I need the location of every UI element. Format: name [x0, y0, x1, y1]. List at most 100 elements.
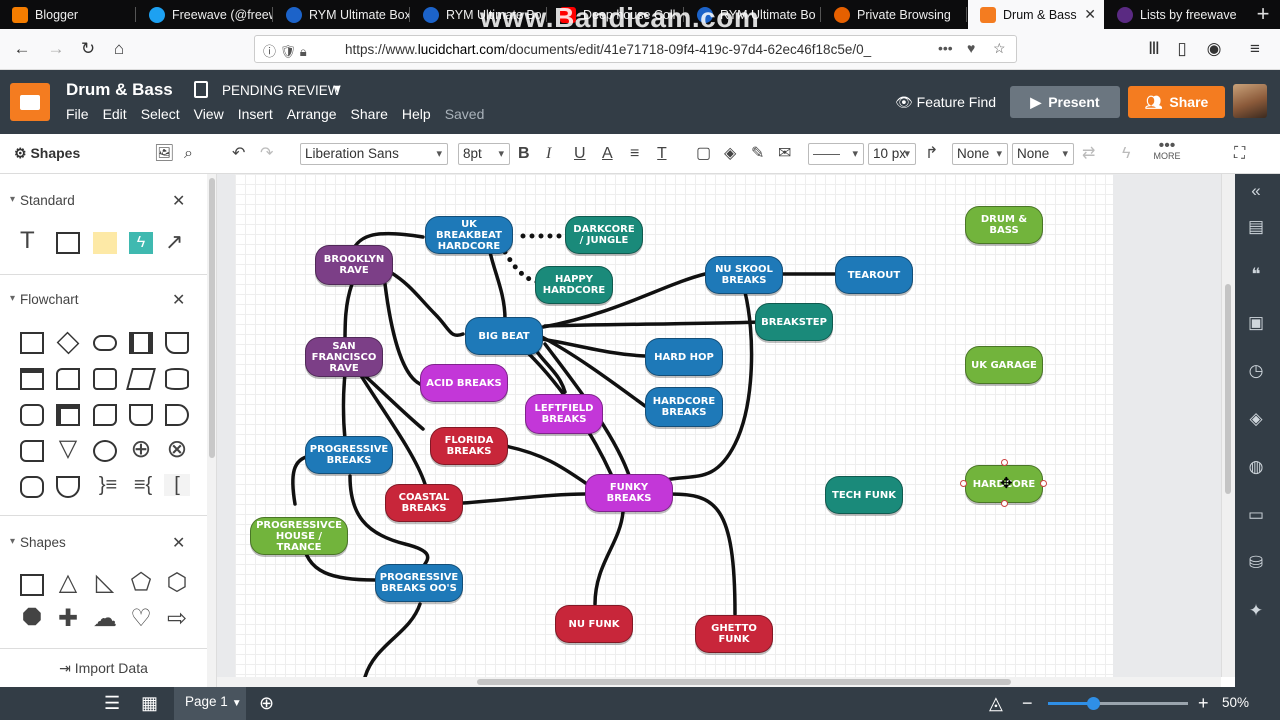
- browser-tab[interactable]: Private Browsing: [822, 0, 967, 29]
- list-view-icon[interactable]: ☰: [104, 693, 120, 714]
- font-family-select[interactable]: Liberation Sans: [300, 143, 448, 165]
- internal-shape[interactable]: [56, 404, 80, 426]
- fill-color-icon[interactable]: ◈: [724, 143, 736, 165]
- swap-arrows-icon[interactable]: ⇄: [1082, 143, 1095, 165]
- menu-insert[interactable]: Insert: [238, 106, 273, 122]
- fullscreen-icon[interactable]: ⛶: [1234, 143, 1245, 165]
- node-leftfield[interactable]: LEFTFIELD BREAKS: [525, 394, 603, 434]
- page-actions-icon[interactable]: •••: [938, 40, 953, 56]
- share-button[interactable]: 👥︎ Share: [1128, 86, 1225, 118]
- pentagon-icon[interactable]: ⬠: [128, 571, 154, 595]
- predefined-process-shape[interactable]: [129, 332, 153, 354]
- browser-tab[interactable]: RYM Ultimate Box: [274, 0, 410, 29]
- document-title[interactable]: Drum & Bass: [66, 80, 173, 100]
- zoom-in-icon[interactable]: +: [1198, 693, 1209, 714]
- manual-operation-shape[interactable]: [129, 404, 153, 426]
- back-icon[interactable]: ←: [8, 35, 36, 63]
- add-page-icon[interactable]: ⊕: [259, 693, 274, 714]
- menu-arrange[interactable]: Arrange: [287, 106, 337, 122]
- node-funky-breaks[interactable]: FUNKY BREAKS: [585, 474, 673, 512]
- menu-file[interactable]: File: [66, 106, 89, 122]
- text-options-icon[interactable]: T̲: [657, 143, 667, 165]
- resize-handle[interactable]: [960, 480, 967, 487]
- bold-icon[interactable]: B: [518, 143, 530, 165]
- shapes-panel-tab[interactable]: ⚙ Shapes: [14, 145, 80, 162]
- process-shape[interactable]: [20, 332, 44, 354]
- stored-data-shape[interactable]: [20, 404, 44, 426]
- lightning-icon[interactable]: ϟ: [1122, 143, 1130, 165]
- reload-icon[interactable]: ↻: [74, 35, 102, 63]
- data-shape[interactable]: [126, 368, 156, 390]
- or-shape-icon[interactable]: ⊕: [128, 437, 154, 462]
- canvas-horizontal-scrollbar[interactable]: [217, 677, 1221, 687]
- decision-shape[interactable]: [56, 331, 80, 355]
- page-settings-icon[interactable]: ▤: [1245, 216, 1267, 238]
- cross-icon[interactable]: ✚: [55, 607, 81, 631]
- account-icon[interactable]: ◉: [1200, 35, 1228, 63]
- line-color-icon[interactable]: ✎: [751, 143, 764, 165]
- standard-section-title[interactable]: Standard: [10, 193, 75, 208]
- cloud-icon[interactable]: ☁: [92, 607, 118, 631]
- grid-view-icon[interactable]: ▦: [141, 693, 158, 714]
- avatar[interactable]: [1233, 84, 1267, 118]
- node-nu-skool[interactable]: NU SKOOL BREAKS: [705, 256, 783, 294]
- triangle-icon[interactable]: △: [55, 571, 81, 595]
- node-coastal[interactable]: COASTAL BREAKS: [385, 484, 463, 522]
- new-tab-button[interactable]: +: [1246, 0, 1280, 29]
- feature-find-button[interactable]: 👁︎ Feature Find: [895, 94, 996, 111]
- node-breakstep[interactable]: BREAKSTEP: [755, 303, 833, 341]
- browser-tab[interactable]: Blogger: [0, 0, 136, 29]
- menu-icon[interactable]: ≡: [1241, 35, 1269, 63]
- zoom-out-icon[interactable]: −: [1022, 693, 1033, 714]
- heart-icon[interactable]: ♡: [128, 607, 154, 631]
- presentation-icon[interactable]: ▣: [1245, 312, 1267, 334]
- resize-handle[interactable]: [1040, 480, 1047, 487]
- summing-junction-icon[interactable]: ⊗: [164, 437, 190, 462]
- node-hard-hop[interactable]: HARD HOP: [645, 338, 723, 376]
- folder-logo-icon[interactable]: [10, 83, 50, 121]
- browser-tab[interactable]: RYM Ultimate Bo: [685, 0, 821, 29]
- close-icon[interactable]: ✕: [172, 290, 185, 310]
- italic-icon[interactable]: I: [546, 143, 551, 165]
- pocket-icon[interactable]: ♥: [967, 40, 975, 56]
- internal-storage-shape[interactable]: [20, 368, 44, 390]
- hexagon-icon[interactable]: ⬡: [164, 571, 190, 595]
- comments-icon[interactable]: ❝: [1245, 264, 1267, 286]
- rectangle-shape[interactable]: [56, 232, 80, 254]
- menu-share[interactable]: Share: [351, 106, 388, 122]
- browser-tab-active[interactable]: Drum & Bass ✕: [968, 0, 1104, 29]
- browser-tab[interactable]: Freewave (@freew: [137, 0, 273, 29]
- library-icon[interactable]: Ⅲ: [1140, 35, 1168, 63]
- node-brooklyn-rave[interactable]: BROOKLYN RAVE: [315, 245, 393, 285]
- node-progressive-breaks[interactable]: PROGRESSIVE BREAKS: [305, 436, 393, 474]
- node-happy-hardcore[interactable]: HAPPY HARDCORE: [535, 266, 613, 304]
- merge-shape-icon[interactable]: ▽: [56, 437, 80, 461]
- page-tab[interactable]: Page 1 ▼: [174, 687, 246, 720]
- node-acid-breaks[interactable]: ACID BREAKS: [420, 364, 508, 402]
- manual-input-shape[interactable]: [56, 368, 80, 390]
- rectangle-basic-shape[interactable]: [20, 574, 44, 596]
- undo-icon[interactable]: ↶: [232, 143, 245, 165]
- import-data-button[interactable]: ⇥ Import Data: [0, 648, 207, 687]
- delay-shape[interactable]: [165, 404, 189, 426]
- canvas[interactable]: UK BREAKBEAT HARDCORE DARKCORE / JUNGLE …: [217, 174, 1221, 677]
- zoom-slider[interactable]: [1048, 697, 1188, 710]
- underline-icon[interactable]: U: [574, 143, 586, 165]
- node-progressive-breaks-00s[interactable]: PROGRESSIVE BREAKS OO'S: [375, 564, 463, 602]
- present-button[interactable]: ▶︎ Present: [1010, 86, 1120, 118]
- history-icon[interactable]: ◷: [1245, 360, 1267, 382]
- url-bar[interactable]: ⓘ 🛡 🔒︎ https://www.lucidchart.com/docume…: [254, 35, 1017, 63]
- layers-icon[interactable]: ◈: [1245, 408, 1267, 430]
- theme-icon[interactable]: ◍: [1245, 456, 1267, 478]
- browser-tab[interactable]: Lists by freewave: [1105, 0, 1241, 29]
- collapse-panel-icon[interactable]: «: [1245, 180, 1267, 202]
- arrow-end-select[interactable]: None: [1012, 143, 1074, 165]
- menu-select[interactable]: Select: [141, 106, 180, 122]
- node-sf-rave[interactable]: SAN FRANCISCO RAVE: [305, 337, 383, 377]
- close-icon[interactable]: ✕: [172, 191, 185, 211]
- database-shape[interactable]: [165, 368, 189, 390]
- style-icon[interactable]: ✉: [778, 143, 791, 165]
- loop-limit-shape[interactable]: [20, 476, 44, 498]
- zoom-level[interactable]: 50%: [1222, 695, 1249, 710]
- annotation-icon[interactable]: [: [164, 474, 190, 496]
